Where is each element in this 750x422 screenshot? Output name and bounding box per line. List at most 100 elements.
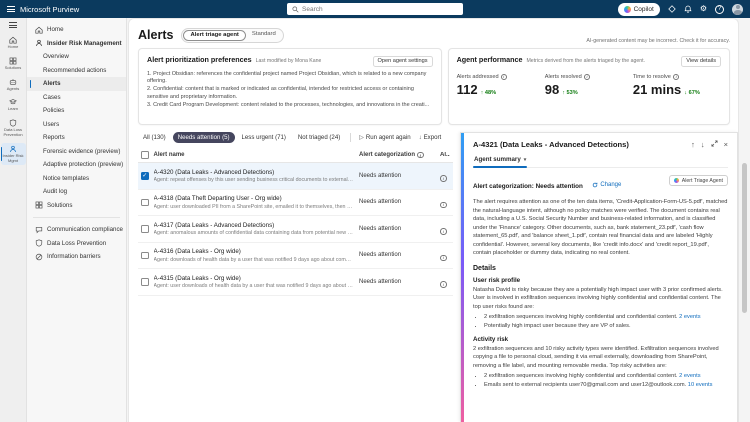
close-icon[interactable]: × [724, 140, 728, 149]
last-modified-label: Last modified by Mona Kane [255, 58, 322, 64]
rail-item-learn[interactable]: Learn [1, 96, 26, 114]
sidebar-item-overview[interactable]: Overview [27, 50, 126, 64]
sidebar-item-communication-compliance[interactable]: Communication compliance [27, 223, 126, 237]
table-row[interactable]: A-4317 (Data Leaks - Advanced Detections… [138, 216, 453, 243]
open-agent-settings-button[interactable]: Open agent settings [372, 55, 433, 67]
preference-item: 1. Project Obsidian: references the conf… [147, 70, 427, 85]
sidebar-item-policies[interactable]: Policies [27, 104, 126, 118]
run-agent-again-button[interactable]: ▷ Run agent again [356, 132, 413, 143]
table-row[interactable]: A-4316 (Data Leaks - Org wide) Agent: do… [138, 243, 453, 269]
events-link[interactable]: 2 events [679, 373, 701, 379]
sidebar-item-alerts[interactable]: Alerts [27, 77, 126, 91]
table-row[interactable]: ✓ A-4320 (Data Leaks - Advanced Detectio… [138, 163, 453, 190]
delta-up: 48% [481, 90, 496, 96]
tab-agent-summary[interactable]: Agent summary ▾ [473, 154, 528, 168]
avatar[interactable] [732, 3, 743, 15]
table-row[interactable]: A-4318 (Data Theft Departing User - Org … [138, 190, 453, 216]
sidebar-item-forensic-evidence[interactable]: Forensic evidence (preview) [27, 145, 126, 159]
info-icon[interactable]: i [583, 73, 591, 80]
settings-gear-icon[interactable]: ⚙ [700, 5, 707, 13]
sidebar-item-home[interactable]: Home [27, 23, 126, 37]
sidebar-item-information-barriers[interactable]: Information barriers [27, 250, 126, 264]
events-link[interactable]: 10 events [688, 382, 713, 388]
view-toggle: Alert triage agent Standard [181, 27, 284, 43]
filter-less-urgent[interactable]: Less urgent (71) [237, 132, 291, 143]
ai-disclaimer: AI-generated content may be incorrect. C… [586, 38, 730, 44]
refresh-icon [593, 182, 598, 188]
alerts-table: Alert name Alert categorization i Al... ✓… [138, 148, 453, 422]
scrollbar-thumb[interactable] [742, 163, 747, 313]
sidebar-item-notice-templates[interactable]: Notice templates [27, 172, 126, 186]
sidebar-item-solutions[interactable]: Solutions [27, 199, 126, 213]
rail-item-data-loss-prevention[interactable]: Data Loss Prevention [1, 117, 26, 140]
sidebar-item-cases[interactable]: Cases [27, 91, 126, 105]
select-all-checkbox[interactable] [141, 151, 149, 159]
sidebar-item-adaptive-protection[interactable]: Adaptive protection (preview) [27, 158, 126, 172]
view-details-button[interactable]: View details [681, 55, 721, 67]
shield-icon [9, 119, 17, 127]
info-icon[interactable]: i [440, 201, 447, 208]
app-launcher-icon[interactable] [7, 6, 15, 12]
filter-needs-attention[interactable]: Needs attention (5) [172, 132, 235, 143]
notifications-bell-icon[interactable] [684, 5, 692, 13]
rail-item-solutions[interactable]: Solutions [1, 55, 26, 73]
page-title: Alerts [138, 28, 174, 42]
info-icon[interactable]: i [417, 151, 424, 159]
app-title: Microsoft Purview [20, 4, 80, 14]
filter-all[interactable]: All (130) [138, 132, 171, 143]
bullet-item: 2 exfiltration sequences involving highl… [484, 372, 728, 381]
learn-icon [9, 99, 17, 105]
toggle-alert-triage-agent[interactable]: Alert triage agent [183, 29, 246, 41]
info-icon[interactable]: i [500, 73, 508, 80]
sidebar-section-insider-risk-management[interactable]: Insider Risk Management [27, 37, 126, 51]
info-icon[interactable]: i [440, 281, 447, 288]
delta-down: 67% [684, 90, 700, 96]
bullet-item: Emails sent to external recipients user7… [484, 381, 728, 390]
change-categorization-link[interactable]: Change [592, 182, 621, 188]
export-button[interactable]: ↓ Export [416, 132, 445, 143]
search-input[interactable] [302, 5, 458, 13]
previous-alert-icon[interactable]: ↑ [691, 140, 695, 149]
filter-not-triaged[interactable]: Not triaged (24) [293, 132, 345, 143]
copilot-button[interactable]: Copilot [617, 2, 660, 16]
nav-collapse-icon[interactable] [9, 22, 17, 28]
metric-alerts-resolved: Alerts resolvedi 9853% [545, 73, 633, 97]
grid-icon [9, 57, 17, 65]
main-content: Alerts Alert triage agent Standard AI-ge… [128, 18, 739, 422]
feedback-icon[interactable] [668, 5, 676, 13]
rail-item-agents[interactable]: Agents [1, 76, 26, 94]
filter-bar: All (130) Needs attention (5) Less urgen… [138, 132, 453, 143]
row-checkbox[interactable] [141, 225, 149, 233]
copilot-label: Copilot [633, 5, 654, 13]
sidebar-item-recommended-actions[interactable]: Recommended actions [27, 64, 126, 78]
rail-item-home[interactable]: Home [1, 34, 26, 52]
events-link[interactable]: 2 events [679, 314, 701, 320]
row-checkbox[interactable] [141, 198, 149, 206]
grid-icon [34, 201, 43, 209]
agent-performance-card: Agent performance Metrics derived from t… [447, 48, 730, 125]
sidebar-item-reports[interactable]: Reports [27, 131, 126, 145]
alert-triage-agent-badge[interactable]: Alert Triage Agent [668, 175, 728, 186]
alerts-list-area: All (130) Needs attention (5) Less urgen… [138, 132, 460, 422]
global-search[interactable] [287, 3, 463, 15]
info-icon[interactable]: i [672, 73, 680, 80]
row-checkbox[interactable] [141, 251, 149, 259]
info-icon[interactable]: i [440, 254, 447, 261]
info-icon[interactable]: i [440, 175, 447, 182]
divider [350, 133, 352, 142]
row-checkbox[interactable] [141, 278, 149, 286]
help-icon[interactable]: ? [715, 4, 724, 14]
info-icon[interactable]: i [440, 228, 447, 235]
rail-item-insider-risk-management[interactable]: Insider Risk Mgmt [0, 142, 26, 166]
toggle-standard[interactable]: Standard [246, 30, 282, 41]
alert-prioritization-card: Alert prioritization preferences Last mo… [138, 48, 442, 125]
sidebar-item-data-loss-prevention[interactable]: Data Loss Prevention [27, 237, 126, 251]
metric-alerts-addressed: Alerts addressedi 11248% [457, 73, 545, 97]
row-checkbox[interactable]: ✓ [141, 172, 149, 180]
table-row[interactable]: A-4315 (Data Leaks - Org wide) Agent: us… [138, 269, 453, 296]
expand-icon[interactable] [711, 140, 718, 149]
next-alert-icon[interactable]: ↓ [701, 140, 705, 149]
sidebar-item-audit-log[interactable]: Audit log [27, 185, 126, 199]
sidebar-item-users[interactable]: Users [27, 118, 126, 132]
activity-risk-text: 2 exfiltration sequences and 10 risky ac… [473, 345, 719, 369]
